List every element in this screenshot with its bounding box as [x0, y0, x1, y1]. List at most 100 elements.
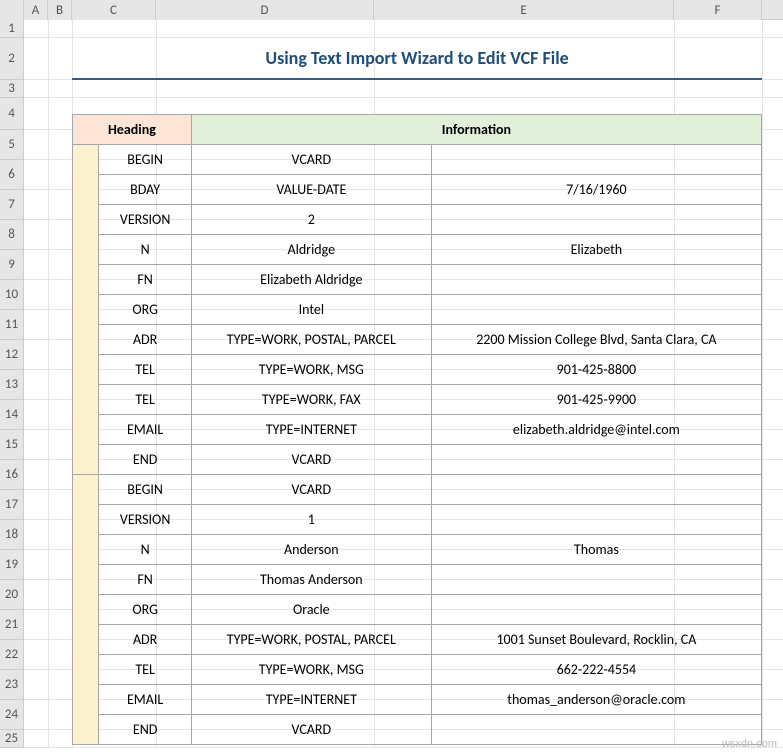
cell-info-1[interactable]: Anderson: [191, 535, 431, 565]
row-header-7[interactable]: 7: [0, 190, 24, 220]
cell-info-1[interactable]: VALUE-DATE: [191, 175, 431, 205]
cell-info-1[interactable]: VCARD: [191, 445, 431, 475]
row-header-4[interactable]: 4: [0, 98, 24, 130]
cell-info-1[interactable]: VCARD: [191, 475, 431, 505]
row-header-16[interactable]: 16: [0, 460, 24, 490]
cell-heading[interactable]: TEL: [99, 385, 191, 415]
cell-info-2[interactable]: [431, 145, 761, 175]
cell-heading[interactable]: ORG: [99, 595, 191, 625]
grid-area[interactable]: Using Text Import Wizard to Edit VCF Fil…: [24, 20, 783, 748]
contact-group-label[interactable]: Contact 2: [73, 475, 99, 745]
cell-info-2[interactable]: elizabeth.aldridge@intel.com: [431, 415, 761, 445]
cell-info-1[interactable]: Thomas Anderson: [191, 565, 431, 595]
cell-heading[interactable]: ADR: [99, 325, 191, 355]
cell-heading[interactable]: BEGIN: [99, 475, 191, 505]
title-cell[interactable]: Using Text Import Wizard to Edit VCF Fil…: [72, 38, 762, 80]
row-header-24[interactable]: 24: [0, 700, 24, 730]
column-headers: ABCDEF: [0, 0, 783, 20]
cell-info-1[interactable]: TYPE=INTERNET: [191, 685, 431, 715]
cell-info-1[interactable]: VCARD: [191, 715, 431, 745]
row-header-19[interactable]: 19: [0, 550, 24, 580]
cell-heading[interactable]: ORG: [99, 295, 191, 325]
row-header-15[interactable]: 15: [0, 430, 24, 460]
row-header-21[interactable]: 21: [0, 610, 24, 640]
col-header-c[interactable]: C: [72, 0, 156, 20]
cell-heading[interactable]: END: [99, 715, 191, 745]
row-header-25[interactable]: 25: [0, 730, 24, 748]
cell-info-2[interactable]: 662-222-4554: [431, 655, 761, 685]
row-header-18[interactable]: 18: [0, 520, 24, 550]
cell-info-2[interactable]: [431, 475, 761, 505]
row-header-5[interactable]: 5: [0, 130, 24, 160]
cell-info-2[interactable]: 2200 Mission College Blvd, Santa Clara, …: [431, 325, 761, 355]
col-header-b[interactable]: B: [48, 0, 72, 20]
cell-heading[interactable]: FN: [99, 265, 191, 295]
cell-heading[interactable]: BEGIN: [99, 145, 191, 175]
col-header-d[interactable]: D: [156, 0, 374, 20]
row-header-2[interactable]: 2: [0, 38, 24, 80]
cell-heading[interactable]: VERSION: [99, 505, 191, 535]
cell-info-2[interactable]: [431, 205, 761, 235]
cell-info-2[interactable]: [431, 295, 761, 325]
cell-heading[interactable]: EMAIL: [99, 415, 191, 445]
cell-info-1[interactable]: TYPE=INTERNET: [191, 415, 431, 445]
cell-info-2[interactable]: [431, 565, 761, 595]
cell-heading[interactable]: EMAIL: [99, 685, 191, 715]
cell-info-2[interactable]: [431, 715, 761, 745]
cell-info-1[interactable]: 2: [191, 205, 431, 235]
row-header-23[interactable]: 23: [0, 670, 24, 700]
cell-heading[interactable]: TEL: [99, 355, 191, 385]
cell-info-1[interactable]: Aldridge: [191, 235, 431, 265]
cell-info-2[interactable]: 7/16/1960: [431, 175, 761, 205]
cell-info-1[interactable]: VCARD: [191, 145, 431, 175]
cell-info-2[interactable]: thomas_anderson@oracle.com: [431, 685, 761, 715]
cell-info-1[interactable]: Oracle: [191, 595, 431, 625]
cell-heading[interactable]: END: [99, 445, 191, 475]
row-header-12[interactable]: 12: [0, 340, 24, 370]
cell-info-2[interactable]: Thomas: [431, 535, 761, 565]
cell-heading[interactable]: FN: [99, 565, 191, 595]
contact-group-label[interactable]: Contact 1: [73, 145, 99, 475]
cell-heading[interactable]: BDAY: [99, 175, 191, 205]
select-all-corner[interactable]: [0, 0, 24, 20]
cell-info-2[interactable]: 901-425-9900: [431, 385, 761, 415]
row-header-13[interactable]: 13: [0, 370, 24, 400]
row-header-10[interactable]: 10: [0, 280, 24, 310]
col-header-e[interactable]: E: [374, 0, 674, 20]
row-header-17[interactable]: 17: [0, 490, 24, 520]
cell-heading[interactable]: VERSION: [99, 205, 191, 235]
cell-heading[interactable]: ADR: [99, 625, 191, 655]
row-header-1[interactable]: 1: [0, 20, 24, 38]
cell-info-2[interactable]: Elizabeth: [431, 235, 761, 265]
cell-info-2[interactable]: 901-425-8800: [431, 355, 761, 385]
cell-info-1[interactable]: TYPE=WORK, POSTAL, PARCEL: [191, 625, 431, 655]
row-header-6[interactable]: 6: [0, 160, 24, 190]
cell-info-2[interactable]: [431, 505, 761, 535]
cell-heading[interactable]: TEL: [99, 655, 191, 685]
cell-heading[interactable]: N: [99, 535, 191, 565]
row-header-3[interactable]: 3: [0, 80, 24, 98]
row-header-9[interactable]: 9: [0, 250, 24, 280]
cell-info-2[interactable]: [431, 445, 761, 475]
row-header-22[interactable]: 22: [0, 640, 24, 670]
col-header-f[interactable]: F: [674, 0, 762, 20]
cell-info-1[interactable]: TYPE=WORK, FAX: [191, 385, 431, 415]
table-row: Contact 2BEGINVCARD: [73, 475, 762, 505]
cell-info-1[interactable]: TYPE=WORK, POSTAL, PARCEL: [191, 325, 431, 355]
cell-info-1[interactable]: TYPE=WORK, MSG: [191, 355, 431, 385]
cell-info-1[interactable]: TYPE=WORK, MSG: [191, 655, 431, 685]
cell-heading[interactable]: N: [99, 235, 191, 265]
cell-info-1[interactable]: Elizabeth Aldridge: [191, 265, 431, 295]
cell-info-2[interactable]: 1001 Sunset Boulevard, Rocklin, CA: [431, 625, 761, 655]
cell-info-1[interactable]: Intel: [191, 295, 431, 325]
cell-info-1[interactable]: 1: [191, 505, 431, 535]
col-header-a[interactable]: A: [24, 0, 48, 20]
header-heading[interactable]: Heading: [73, 115, 192, 145]
row-header-20[interactable]: 20: [0, 580, 24, 610]
row-header-14[interactable]: 14: [0, 400, 24, 430]
cell-info-2[interactable]: [431, 265, 761, 295]
row-header-11[interactable]: 11: [0, 310, 24, 340]
cell-info-2[interactable]: [431, 595, 761, 625]
header-information[interactable]: Information: [191, 115, 761, 145]
row-header-8[interactable]: 8: [0, 220, 24, 250]
